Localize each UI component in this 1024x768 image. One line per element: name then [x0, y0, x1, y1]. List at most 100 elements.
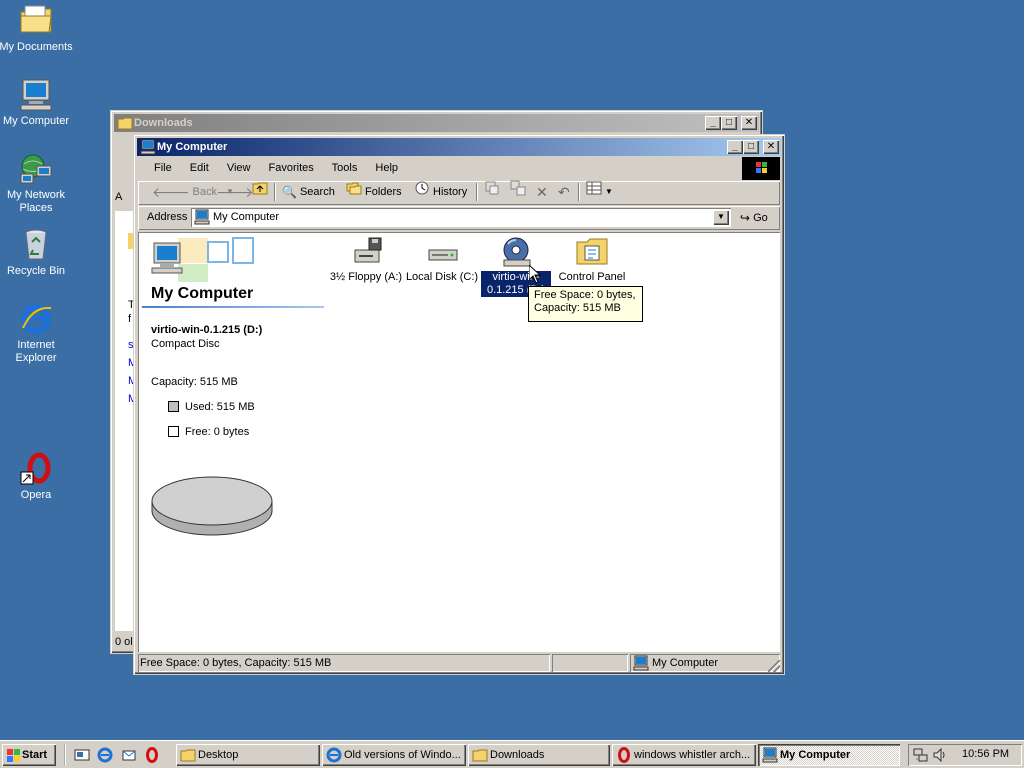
status-text: Free Space: 0 bytes, Capacity: 515 MB [140, 657, 332, 669]
menu-edit[interactable]: Edit [190, 162, 209, 174]
start-button[interactable]: Start [2, 744, 56, 766]
window-title: My Computer [157, 141, 228, 153]
drive-floppy-a[interactable]: 3½ Floppy (A:) [328, 236, 404, 284]
desktop-icon-label: My Documents [0, 41, 73, 53]
close-button[interactable]: ✕ [741, 116, 757, 130]
control-panel-item[interactable]: Control Panel [554, 236, 630, 284]
search-button[interactable]: 🔍 Search [282, 181, 335, 203]
clock[interactable]: 10:56 PM [962, 748, 1009, 760]
computer-icon [633, 655, 649, 677]
desktop-icon-recycle-bin[interactable]: Recycle Bin [0, 228, 74, 278]
go-button[interactable]: ↪ Go [740, 207, 768, 229]
partial-text: f [128, 313, 132, 325]
up-folder-button[interactable] [252, 181, 268, 203]
history-label: History [433, 186, 468, 198]
drive-tooltip: Free Space: 0 bytes, Capacity: 515 MB [528, 286, 643, 322]
maximize-button[interactable]: □ [743, 140, 759, 154]
taskbar: Start Desktop Old versions of Windo... D… [0, 740, 1024, 768]
minimize-button[interactable]: _ [705, 116, 721, 130]
mouse-cursor-icon [528, 263, 542, 287]
toolbar-separator [274, 183, 276, 201]
partial-status-text: 0 ol [115, 636, 133, 648]
task-label: windows whistler arch... [634, 749, 751, 761]
status-middle-panel [552, 654, 628, 672]
system-tray: 10:56 PM [908, 744, 1022, 766]
menu-bar: File Edit View Favorites Tools Help [138, 158, 740, 178]
desktop-icon-opera[interactable]: Opera [0, 452, 74, 502]
folders-button[interactable]: Folders [346, 181, 402, 203]
internet-explorer-icon[interactable] [97, 747, 113, 766]
minimize-button[interactable]: _ [727, 140, 743, 154]
address-value: My Computer [213, 211, 280, 223]
network-tray-icon[interactable] [913, 747, 929, 766]
desktop-icon-network-places[interactable]: My Network Places [0, 152, 74, 215]
volume-icon[interactable] [932, 747, 948, 766]
maximize-button[interactable]: □ [721, 116, 737, 130]
views-button[interactable]: ▼ [586, 181, 613, 203]
desktop-icon-label: Internet Explorer [15, 339, 57, 364]
desktop-icon-internet-explorer[interactable]: Internet Explorer [0, 302, 74, 365]
resize-grip-icon[interactable] [768, 660, 780, 672]
partial-content-area: T f s M M M [115, 211, 144, 631]
cd-drive-icon [499, 236, 533, 268]
search-label: Search [299, 186, 335, 198]
chevron-down-icon: ▼ [605, 187, 613, 196]
computer-icon [19, 78, 53, 112]
task-downloads[interactable]: Downloads [468, 744, 610, 766]
copy-to-button[interactable] [510, 180, 526, 203]
computer-icon [194, 209, 210, 228]
task-old-versions-of-windows[interactable]: Old versions of Windo... [322, 744, 466, 766]
delete-button[interactable]: ✕ [536, 181, 548, 203]
status-zone-text: My Computer [652, 657, 719, 669]
folder-content-area[interactable]: My Computer virtio-win-0.1.215 (D:) Comp… [138, 232, 780, 652]
drive-label: 3½ Floppy (A:) [329, 271, 403, 283]
address-dropdown-button[interactable]: ▼ [713, 210, 729, 225]
menu-view[interactable]: View [227, 162, 251, 174]
my-computer-window[interactable]: My Computer _ □ ✕ File Edit View Favorit… [133, 134, 785, 675]
windows-logo-icon [742, 157, 780, 180]
desktop-icon-label: My Network Places [6, 189, 66, 214]
close-button[interactable]: ✕ [763, 140, 779, 154]
menu-file[interactable]: File [154, 162, 172, 174]
menu-help[interactable]: Help [375, 162, 398, 174]
address-input[interactable]: My Computer ▼ [191, 208, 731, 227]
task-desktop[interactable]: Desktop [176, 744, 320, 766]
network-icon [19, 152, 53, 186]
capacity-text: Capacity: 515 MB [151, 376, 238, 388]
undo-button[interactable]: ↶ [558, 181, 570, 203]
my-computer-titlebar[interactable]: My Computer _ □ ✕ [137, 138, 781, 156]
selected-item-title: virtio-win-0.1.215 (D:) [151, 324, 263, 336]
folder-documents-icon [19, 4, 53, 38]
free-swatch [168, 426, 179, 437]
control-panel-icon [575, 236, 609, 268]
drive-label: Local Disk (C:) [405, 271, 479, 283]
tooltip-line: Free Space: 0 bytes, [534, 289, 636, 301]
desktop-icon-label: My Computer [2, 115, 70, 127]
task-label: Old versions of Windo... [344, 749, 461, 761]
desktop-icon-label: Recycle Bin [6, 265, 66, 277]
status-text-panel: Free Space: 0 bytes, Capacity: 515 MB [138, 654, 550, 672]
move-to-button[interactable] [484, 181, 500, 203]
menu-tools[interactable]: Tools [332, 162, 358, 174]
history-button[interactable]: History [414, 181, 467, 203]
views-icon [586, 181, 602, 203]
outlook-express-icon[interactable] [121, 747, 137, 766]
back-label: Back [192, 186, 218, 198]
forward-arrow-icon: 🡒 [216, 184, 254, 200]
address-bar: Address My Computer ▼ ↪ Go [138, 206, 780, 230]
task-my-computer[interactable]: My Computer [758, 744, 900, 766]
menu-favorites[interactable]: Favorites [269, 162, 314, 174]
panel-heading: My Computer [151, 285, 254, 302]
downloads-titlebar[interactable]: Downloads _ □ ✕ [114, 114, 759, 132]
desktop-icon-my-documents[interactable]: My Documents [0, 4, 74, 54]
go-label: Go [753, 212, 768, 224]
show-desktop-icon[interactable] [74, 747, 90, 766]
toolbar-separator [476, 183, 478, 201]
task-label: Desktop [198, 749, 239, 761]
desktop-icon-my-computer[interactable]: My Computer [0, 78, 74, 128]
drive-local-disk-c[interactable]: Local Disk (C:) [404, 236, 480, 284]
recycle-bin-icon [19, 228, 53, 262]
internet-explorer-icon [19, 302, 53, 336]
opera-icon[interactable] [144, 747, 160, 766]
task-windows-whistler[interactable]: windows whistler arch... [612, 744, 756, 766]
